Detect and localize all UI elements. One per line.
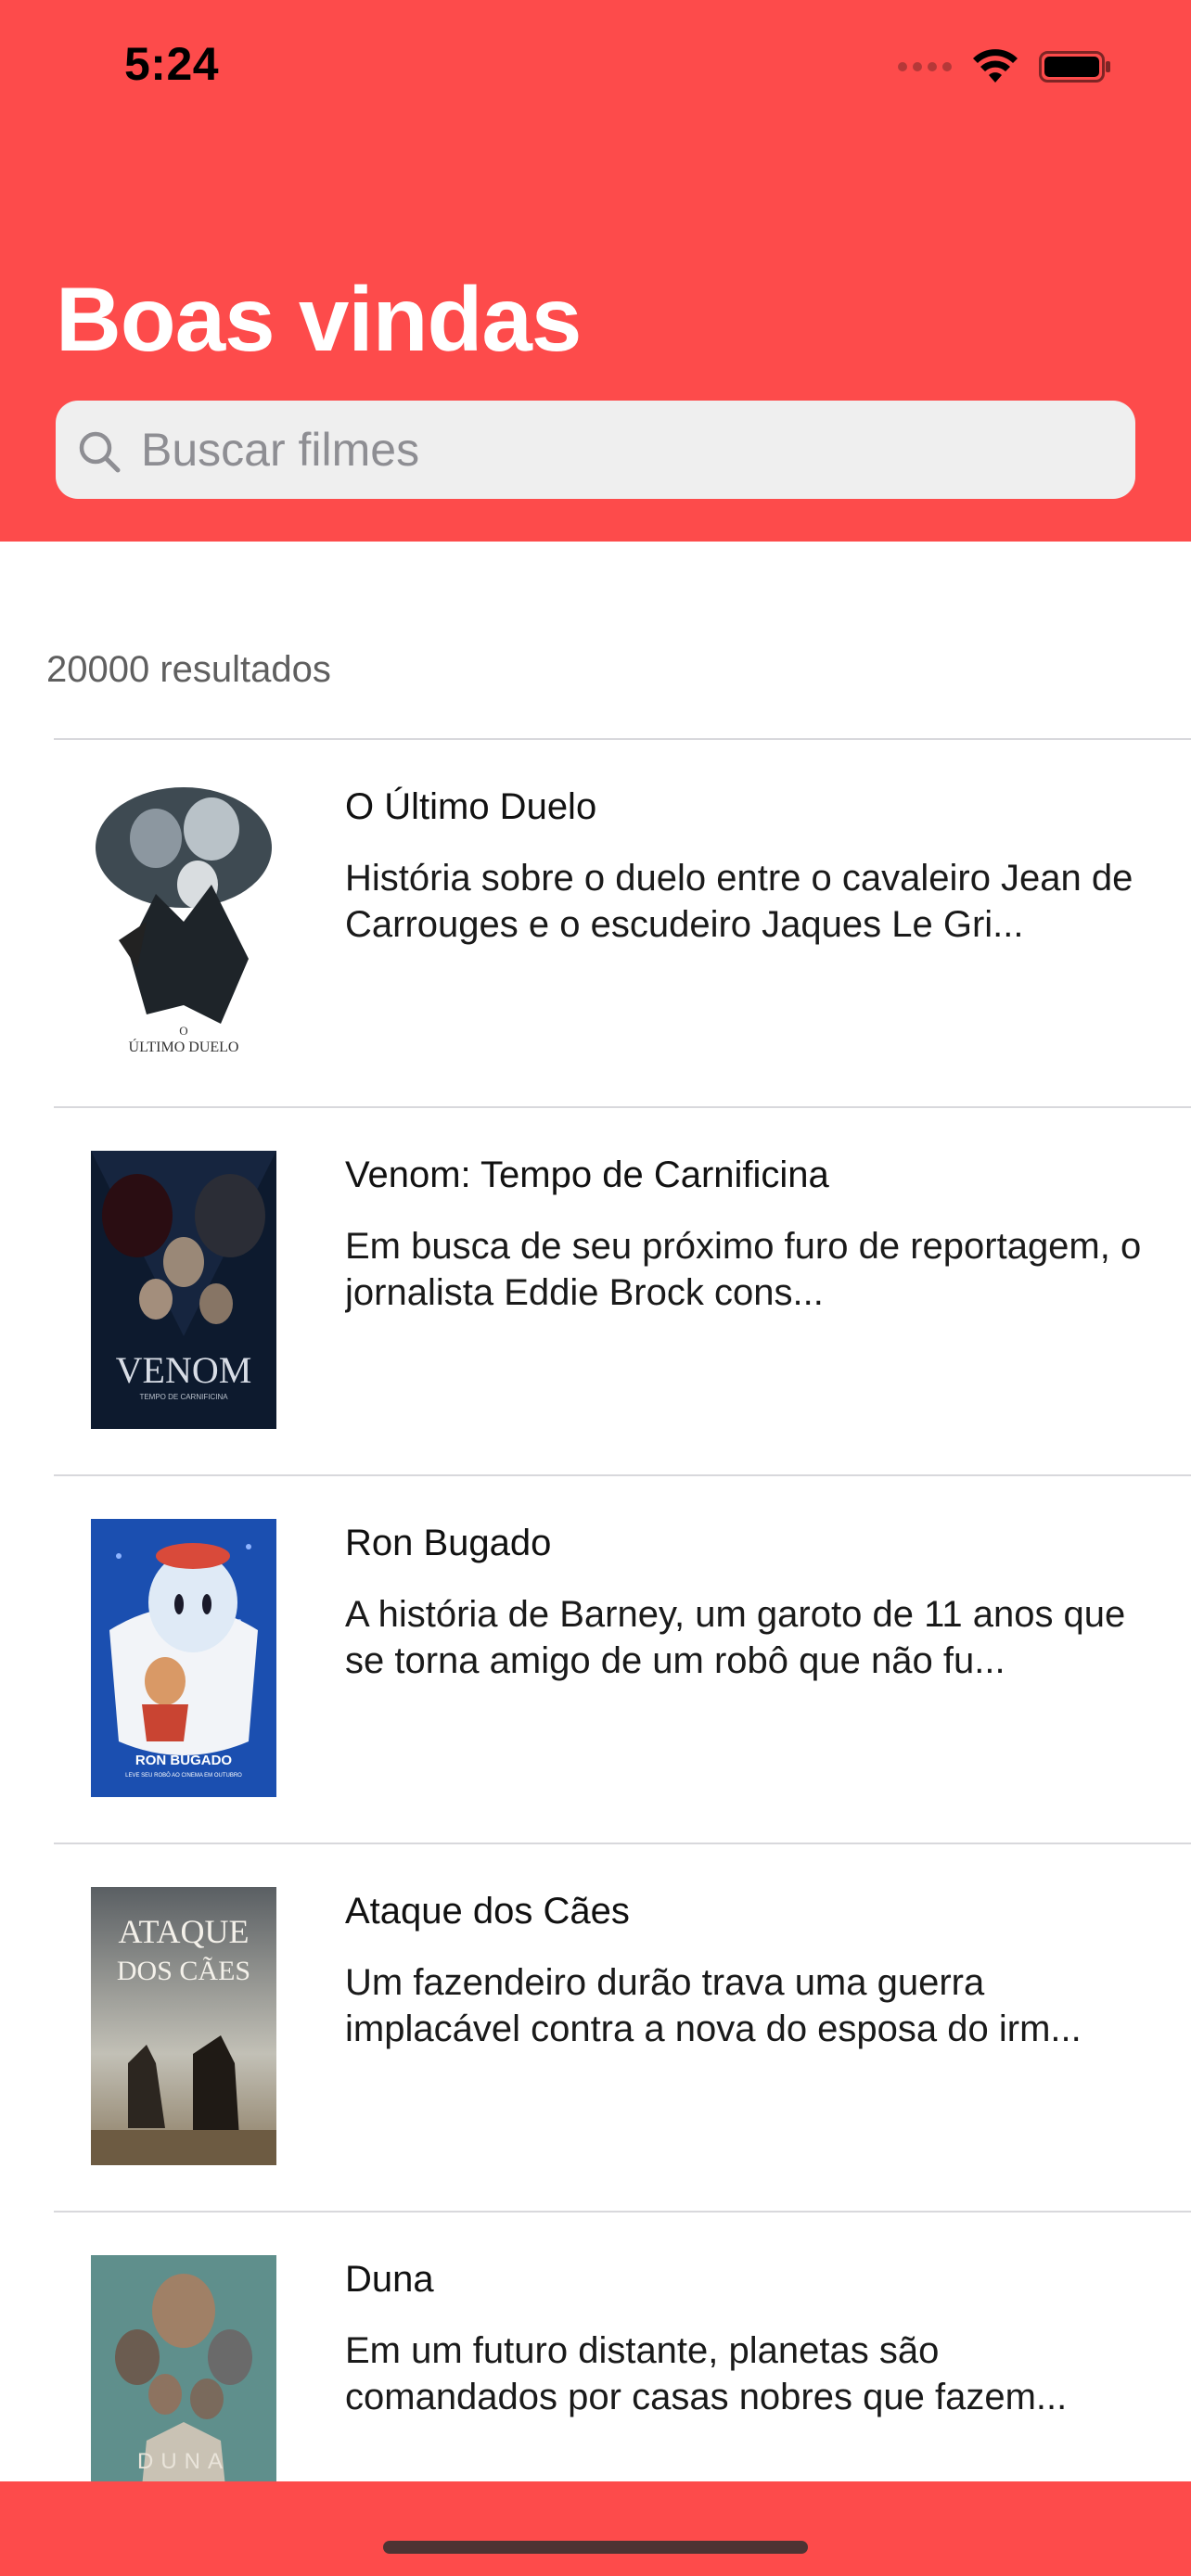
movie-row[interactable]: RON BUGADO LEVE SEU ROBÔ AO CINEMA EM OU… — [0, 1474, 1191, 1843]
movie-poster: ATAQUE DOS CÃES — [91, 1887, 276, 2165]
movie-overview: Em um futuro distante, planetas são coma… — [345, 2330, 1068, 2417]
status-icons — [898, 48, 1113, 85]
poster-title: ÚLTIMO DUELO — [129, 1038, 239, 1055]
movie-title: Venom: Tempo de Carnificina — [345, 1154, 829, 1195]
row-divider — [54, 738, 1191, 740]
results-count: 20000 resultados — [46, 649, 331, 690]
movie-list: O ÚLTIMO DUELO O Último Duelo História s… — [0, 738, 1191, 2576]
poster-title: RON BUGADO — [135, 1753, 232, 1768]
movie-overview: A história de Barney, um garoto de 11 an… — [345, 1594, 1126, 1681]
movie-title: Duna — [345, 2259, 434, 2300]
movie-overview: Em busca de seu próximo furo de reportag… — [345, 1226, 1142, 1313]
movie-poster: O ÚLTIMO DUELO — [91, 783, 276, 1061]
movie-overview: Um fazendeiro durão trava uma guerra imp… — [345, 1962, 1082, 2049]
movie-row[interactable]: VENOM TEMPO DE CARNIFICINA Venom: Tempo … — [0, 1106, 1191, 1474]
poster-title: DUNA — [137, 2449, 230, 2474]
movie-poster: RON BUGADO LEVE SEU ROBÔ AO CINEMA EM OU… — [91, 1519, 276, 1797]
movie-overview: História sobre o duelo entre o cavaleiro… — [345, 858, 1133, 945]
poster-subtitle: DOS CÃES — [117, 1956, 250, 1986]
search-bar[interactable] — [56, 401, 1135, 499]
wifi-icon — [973, 49, 1018, 83]
search-icon — [79, 431, 121, 473]
home-indicator[interactable] — [383, 2541, 808, 2554]
row-divider — [54, 1843, 1191, 1844]
status-time: 5:24 — [124, 38, 220, 90]
search-input[interactable] — [141, 401, 1106, 499]
cellular-signal-icon — [898, 62, 952, 71]
poster-subtitle: LEVE SEU ROBÔ AO CINEMA EM OUTUBRO — [125, 1772, 242, 1779]
movie-title: Ron Bugado — [345, 1523, 552, 1563]
movie-poster: VENOM TEMPO DE CARNIFICINA — [91, 1151, 276, 1429]
poster-title: VENOM — [116, 1349, 252, 1391]
row-divider — [54, 2211, 1191, 2213]
poster-subtitle: TEMPO DE CARNIFICINA — [139, 1393, 228, 1401]
movie-row[interactable]: ATAQUE DOS CÃES Ataque dos Cães Um fazen… — [0, 1843, 1191, 2211]
poster-title: ATAQUE — [118, 1913, 249, 1950]
bottom-bar — [0, 2481, 1191, 2576]
row-divider — [54, 1474, 1191, 1476]
row-divider — [54, 1106, 1191, 1108]
header: 5:24 Boas vindas — [0, 0, 1191, 542]
battery-icon — [1039, 51, 1110, 83]
movie-row[interactable]: O ÚLTIMO DUELO O Último Duelo História s… — [0, 738, 1191, 1106]
poster-subtitle: O — [179, 1024, 187, 1038]
movie-title: O Último Duelo — [345, 786, 597, 827]
page-title: Boas vindas — [56, 268, 582, 370]
movie-title: Ataque dos Cães — [345, 1891, 630, 1932]
